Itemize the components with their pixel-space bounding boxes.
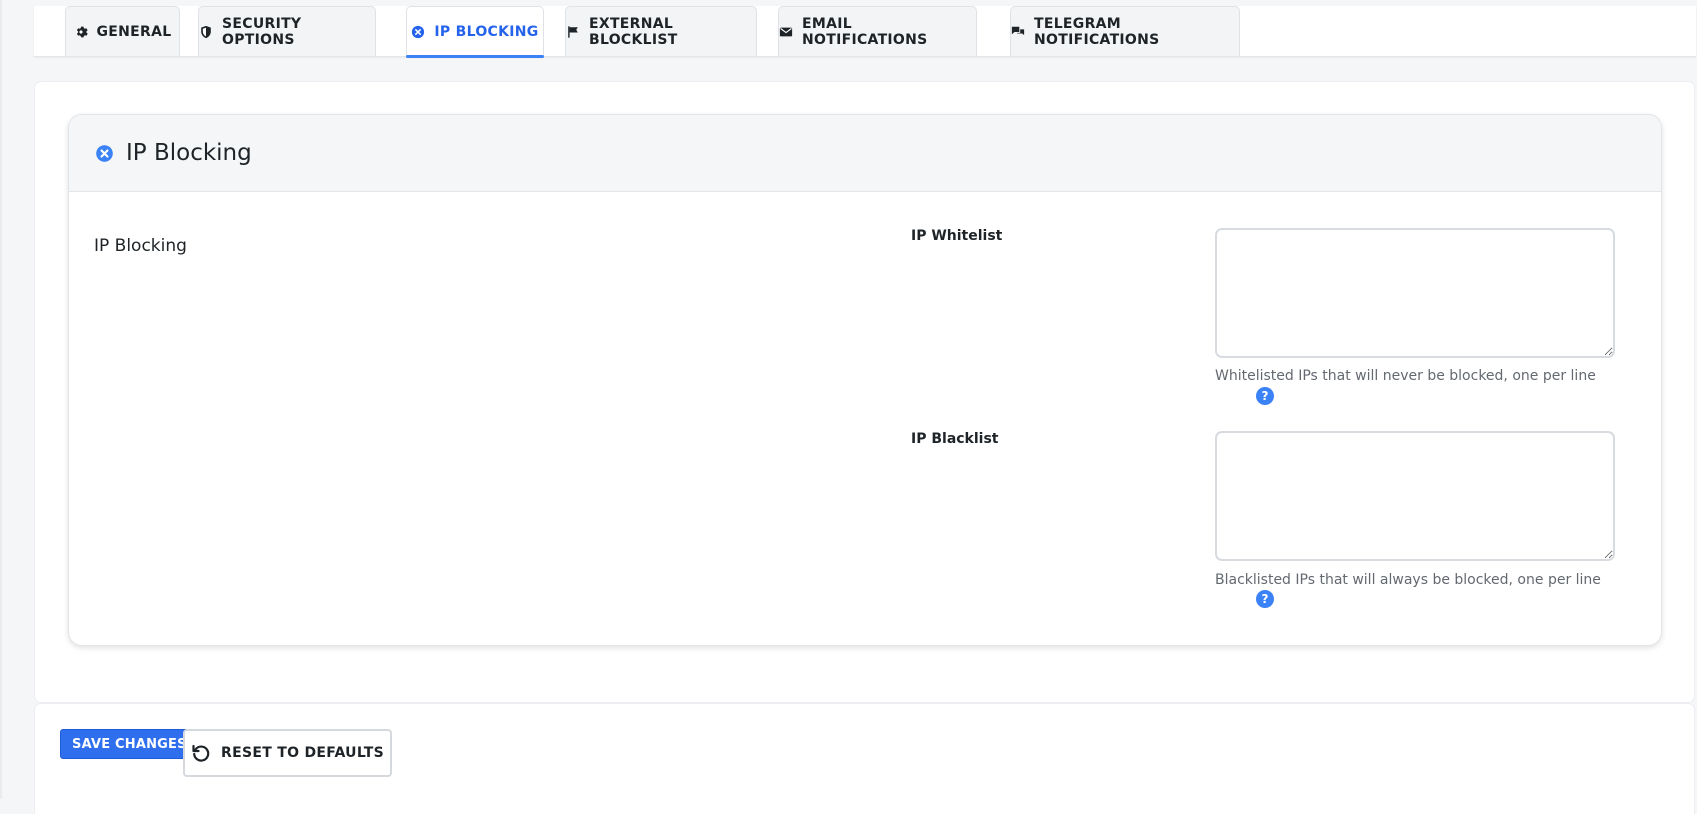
envelope-icon bbox=[779, 25, 793, 39]
shield-icon bbox=[199, 25, 213, 39]
tab-external-blocklist-label: EXTERNAL BLOCKLIST bbox=[589, 15, 678, 48]
footer-actions: SAVE CHANGES RESET TO DEFAULTS bbox=[35, 704, 1694, 814]
help-icon[interactable]: ? bbox=[1256, 590, 1274, 608]
tab-security-options-label: SECURITY OPTIONS bbox=[222, 15, 302, 48]
tab-telegram-notifications-label: TELEGRAM NOTIFICATIONS bbox=[1034, 15, 1160, 48]
section-title: IP Blocking bbox=[94, 236, 187, 256]
flag-icon bbox=[566, 25, 580, 39]
tab-security-options[interactable]: SECURITY OPTIONS bbox=[198, 6, 376, 56]
tab-telegram-notifications[interactable]: TELEGRAM NOTIFICATIONS bbox=[1010, 6, 1240, 56]
ip-whitelist-help: Whitelisted IPs that will never be block… bbox=[1215, 368, 1596, 384]
tab-external-blocklist[interactable]: EXTERNAL BLOCKLIST bbox=[565, 6, 757, 56]
ip-blacklist-textarea[interactable] bbox=[1215, 431, 1615, 561]
tab-ip-blocking[interactable]: IP BLOCKING bbox=[406, 6, 544, 58]
left-edge-divider bbox=[0, 0, 2, 799]
reset-to-defaults-label: RESET TO DEFAULTS bbox=[221, 745, 384, 761]
tab-general-label: GENERAL bbox=[96, 23, 172, 40]
card-header: IP Blocking bbox=[69, 115, 1661, 192]
undo-icon bbox=[192, 744, 210, 762]
tab-ip-blocking-label: IP BLOCKING bbox=[434, 23, 539, 40]
reset-to-defaults-button[interactable]: RESET TO DEFAULTS bbox=[183, 729, 392, 777]
gear-icon bbox=[74, 25, 88, 39]
ip-blacklist-help: Blacklisted IPs that will always be bloc… bbox=[1215, 572, 1601, 588]
ip-blacklist-label: IP Blacklist bbox=[911, 431, 999, 447]
ip-whitelist-textarea[interactable] bbox=[1215, 228, 1615, 358]
ip-blocking-card: IP Blocking IP Blocking IP Whitelist Whi… bbox=[68, 114, 1662, 646]
ip-whitelist-label: IP Whitelist bbox=[911, 228, 1003, 244]
card-title: IP Blocking bbox=[126, 140, 252, 166]
circle-x-icon bbox=[411, 25, 425, 39]
tab-email-notifications[interactable]: EMAIL NOTIFICATIONS bbox=[778, 6, 977, 56]
settings-panel: IP Blocking IP Blocking IP Whitelist Whi… bbox=[35, 82, 1694, 702]
comments-icon bbox=[1011, 25, 1025, 39]
save-changes-button[interactable]: SAVE CHANGES bbox=[60, 729, 199, 759]
circle-x-icon bbox=[95, 144, 114, 163]
tab-bar: GENERAL SECURITY OPTIONS IP BLOCKING EXT… bbox=[34, 6, 1696, 58]
tab-general[interactable]: GENERAL bbox=[65, 6, 180, 56]
help-icon[interactable]: ? bbox=[1256, 387, 1274, 405]
tab-email-notifications-label: EMAIL NOTIFICATIONS bbox=[802, 15, 928, 48]
